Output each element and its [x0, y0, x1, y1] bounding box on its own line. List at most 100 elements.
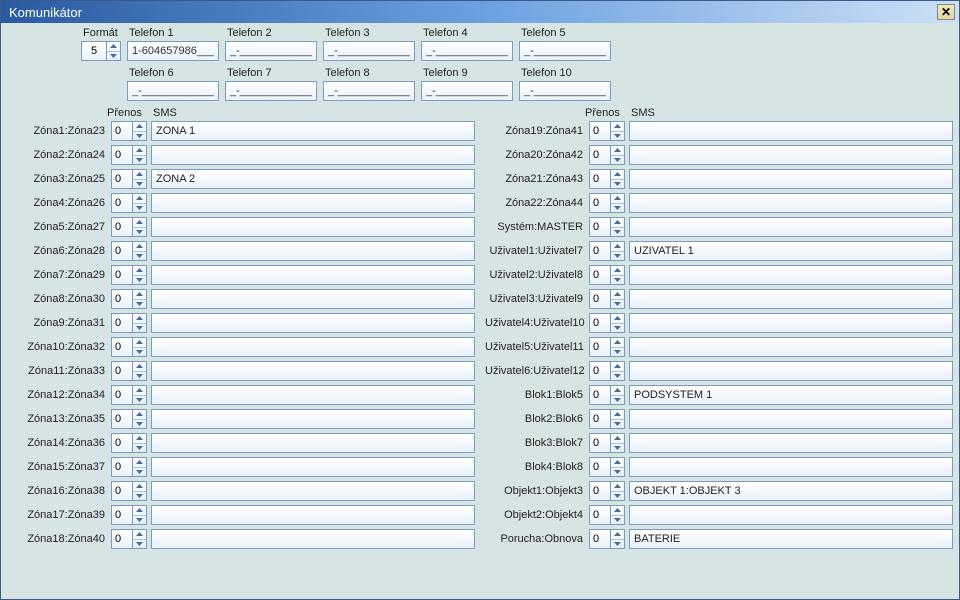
spin-down-icon[interactable]	[611, 371, 624, 381]
spin-up-icon[interactable]	[611, 530, 624, 539]
spin-up-icon[interactable]	[133, 386, 146, 395]
prenos-spinner[interactable]	[589, 217, 625, 237]
spin-down-icon[interactable]	[133, 347, 146, 357]
spin-up-icon[interactable]	[133, 290, 146, 299]
tel-input-5[interactable]	[519, 41, 611, 61]
sms-input[interactable]	[151, 169, 475, 189]
spin-down-icon[interactable]	[133, 515, 146, 525]
prenos-spinner[interactable]	[589, 409, 625, 429]
sms-input[interactable]	[629, 361, 953, 381]
prenos-spinner[interactable]	[111, 169, 147, 189]
prenos-spinner[interactable]	[111, 265, 147, 285]
spin-buttons[interactable]	[611, 217, 625, 237]
spin-down-icon[interactable]	[133, 227, 146, 237]
prenos-input[interactable]	[111, 361, 133, 381]
spin-buttons[interactable]	[133, 265, 147, 285]
spin-buttons[interactable]	[611, 193, 625, 213]
spin-down-icon[interactable]	[133, 323, 146, 333]
sms-input[interactable]	[151, 241, 475, 261]
spin-up-icon[interactable]	[611, 458, 624, 467]
sms-input[interactable]	[151, 529, 475, 549]
spin-buttons[interactable]	[611, 361, 625, 381]
prenos-input[interactable]	[111, 289, 133, 309]
prenos-input[interactable]	[111, 145, 133, 165]
prenos-input[interactable]	[589, 529, 611, 549]
spin-buttons[interactable]	[133, 217, 147, 237]
spin-down-icon[interactable]	[133, 419, 146, 429]
sms-input[interactable]	[629, 481, 953, 501]
spin-buttons[interactable]	[611, 505, 625, 525]
spin-up-icon[interactable]	[611, 242, 624, 251]
spin-down-icon[interactable]	[133, 275, 146, 285]
spin-up-icon[interactable]	[107, 42, 120, 51]
spin-down-icon[interactable]	[133, 131, 146, 141]
prenos-input[interactable]	[589, 385, 611, 405]
spin-up-icon[interactable]	[611, 218, 624, 227]
spin-buttons[interactable]	[611, 433, 625, 453]
spin-buttons[interactable]	[611, 481, 625, 501]
prenos-spinner[interactable]	[589, 481, 625, 501]
prenos-spinner[interactable]	[589, 529, 625, 549]
prenos-spinner[interactable]	[589, 241, 625, 261]
sms-input[interactable]	[151, 121, 475, 141]
spin-up-icon[interactable]	[133, 170, 146, 179]
prenos-spinner[interactable]	[111, 457, 147, 477]
sms-input[interactable]	[151, 289, 475, 309]
spin-buttons[interactable]	[133, 457, 147, 477]
spin-down-icon[interactable]	[133, 371, 146, 381]
spin-buttons[interactable]	[133, 361, 147, 381]
prenos-input[interactable]	[111, 121, 133, 141]
spin-down-icon[interactable]	[611, 227, 624, 237]
spin-up-icon[interactable]	[611, 410, 624, 419]
prenos-input[interactable]	[589, 193, 611, 213]
spin-buttons[interactable]	[611, 241, 625, 261]
spin-down-icon[interactable]	[611, 299, 624, 309]
prenos-spinner[interactable]	[111, 193, 147, 213]
sms-input[interactable]	[629, 409, 953, 429]
spin-up-icon[interactable]	[133, 122, 146, 131]
prenos-input[interactable]	[111, 385, 133, 405]
spin-buttons[interactable]	[611, 121, 625, 141]
sms-input[interactable]	[629, 145, 953, 165]
spin-buttons[interactable]	[133, 481, 147, 501]
prenos-input[interactable]	[111, 457, 133, 477]
spin-buttons[interactable]	[611, 529, 625, 549]
spin-down-icon[interactable]	[611, 539, 624, 549]
sms-input[interactable]	[151, 217, 475, 237]
spin-up-icon[interactable]	[611, 338, 624, 347]
spin-down-icon[interactable]	[611, 347, 624, 357]
sms-input[interactable]	[151, 337, 475, 357]
prenos-spinner[interactable]	[111, 385, 147, 405]
tel-input-9[interactable]	[421, 81, 513, 101]
spin-up-icon[interactable]	[611, 506, 624, 515]
spin-buttons[interactable]	[611, 145, 625, 165]
spin-down-icon[interactable]	[611, 275, 624, 285]
spin-up-icon[interactable]	[133, 338, 146, 347]
spin-down-icon[interactable]	[611, 203, 624, 213]
spin-up-icon[interactable]	[611, 482, 624, 491]
spin-up-icon[interactable]	[133, 458, 146, 467]
prenos-spinner[interactable]	[589, 289, 625, 309]
spin-up-icon[interactable]	[611, 362, 624, 371]
spin-up-icon[interactable]	[133, 146, 146, 155]
prenos-spinner[interactable]	[589, 457, 625, 477]
spin-up-icon[interactable]	[611, 122, 624, 131]
spin-down-icon[interactable]	[611, 395, 624, 405]
spin-buttons[interactable]	[611, 169, 625, 189]
close-button[interactable]: ✕	[937, 4, 955, 20]
prenos-spinner[interactable]	[111, 337, 147, 357]
prenos-input[interactable]	[589, 169, 611, 189]
spin-down-icon[interactable]	[133, 251, 146, 261]
sms-input[interactable]	[151, 409, 475, 429]
spin-buttons[interactable]	[611, 457, 625, 477]
spin-down-icon[interactable]	[611, 251, 624, 261]
tel-input-6[interactable]	[127, 81, 219, 101]
spin-buttons[interactable]	[133, 337, 147, 357]
spin-down-icon[interactable]	[133, 179, 146, 189]
prenos-input[interactable]	[111, 217, 133, 237]
prenos-input[interactable]	[589, 121, 611, 141]
sms-input[interactable]	[629, 457, 953, 477]
sms-input[interactable]	[151, 145, 475, 165]
prenos-input[interactable]	[589, 217, 611, 237]
spin-buttons[interactable]	[133, 409, 147, 429]
